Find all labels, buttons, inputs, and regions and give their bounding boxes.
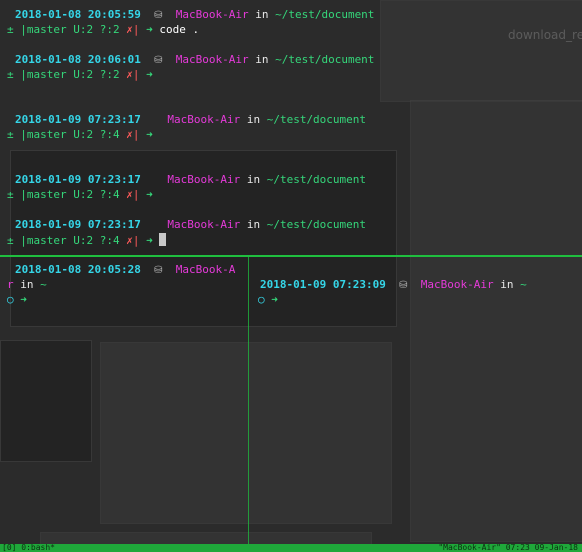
prompt-arrow-icon: ➜ — [146, 68, 153, 81]
in-label: in — [255, 8, 269, 21]
dirty-cross-icon: ✗| — [126, 68, 140, 81]
prompt-arrow-icon: ➜ — [271, 293, 278, 306]
hostname: MacBook-Air — [167, 113, 241, 126]
prompt-arrow-icon: ➜ — [146, 23, 153, 36]
ring-icon: ○ — [7, 293, 14, 306]
database-icon: ⛁ — [154, 55, 163, 66]
prompt-header: 2018-01-08 20:06:01 ⛁ MacBook-Air in ~/t… — [15, 53, 374, 68]
prompt-line[interactable]: ± |master U:2 ?:2 ✗| ➜ — [7, 68, 153, 82]
status-left: [0] 0:bash* — [2, 544, 55, 552]
terminal-window[interactable]: 2018-01-08 20:05:59 ⛁ MacBook-Air in ~/t… — [0, 0, 582, 552]
timestamp: 2018-01-08 20:06:01 — [15, 53, 141, 66]
text-cursor — [159, 233, 167, 246]
prompt-header: 2018-01-09 07:23:17 MacBook-Air in ~/tes… — [15, 173, 366, 187]
command-text: code . — [159, 23, 200, 36]
prompt-header: 2018-01-09 07:23:17 MacBook-Air in ~/tes… — [15, 113, 366, 127]
hostname: MacBook-Air — [175, 8, 249, 21]
timestamp: 2018-01-08 20:05:59 — [15, 8, 141, 21]
tmux-status-bar: [0] 0:bash* "MacBook-Air" 07:23 09-Jan-18 — [0, 544, 582, 552]
hostname: MacBook-Air — [175, 53, 249, 66]
git-status: ± |master U:2 ?:4 — [7, 128, 120, 141]
pane-separator-vertical[interactable] — [248, 257, 249, 544]
timestamp: 2018-01-08 20:05:28 — [15, 263, 141, 276]
in-label: in — [500, 278, 514, 291]
timestamp: 2018-01-09 07:23:09 — [260, 278, 386, 291]
in-label: in — [255, 53, 269, 66]
tmux-pane-bottom-right[interactable]: 2018-01-09 07:23:09 ⛁ MacBook-Air in ~ ○… — [251, 258, 582, 544]
ring-icon: ○ — [258, 293, 265, 306]
in-label: in — [246, 113, 261, 126]
hostname: MacBook-Air — [420, 278, 494, 291]
dirty-cross-icon: ✗| — [126, 23, 140, 36]
timestamp: 2018-01-09 07:23:17 — [15, 218, 141, 231]
database-icon: ⛁ — [154, 10, 163, 21]
pane-separator-horizontal[interactable] — [0, 255, 582, 257]
git-status: ± |master U:2 ?:2 — [7, 23, 120, 36]
prompt-arrow-icon: ➜ — [20, 293, 27, 306]
in-label: in — [246, 218, 261, 231]
cwd-path: ~/test/document — [275, 53, 375, 66]
hostname: MacBook-Air — [167, 218, 241, 231]
status-right: "MacBook-Air" 07:23 09-Jan-18 — [438, 544, 578, 552]
prompt-arrow-icon: ➜ — [146, 128, 153, 141]
tmux-pane-top[interactable]: 2018-01-08 20:05:59 ⛁ MacBook-Air in ~/t… — [0, 0, 582, 254]
dirty-cross-icon: ✗| — [126, 128, 140, 141]
timestamp: 2018-01-09 07:23:17 — [15, 113, 141, 126]
cwd-path: ~/test/document — [275, 8, 375, 21]
in-label: in — [20, 278, 34, 291]
prompt-header-wrap: r in ~ — [7, 278, 47, 292]
hostname: MacBook-Air — [167, 173, 241, 186]
prompt-line[interactable]: ± |master U:2 ?:2 ✗| ➜ code . — [7, 23, 199, 37]
database-icon: ⛁ — [399, 280, 408, 291]
git-status: ± |master U:2 ?:4 — [7, 234, 120, 247]
prompt-line[interactable]: ± |master U:2 ?:4 ✗| ➜ — [7, 233, 167, 248]
cwd-path: ~/test/document — [266, 218, 367, 231]
cwd-path: ~ — [520, 278, 527, 291]
cwd-path: ~/test/document — [266, 113, 367, 126]
tmux-pane-bottom-left[interactable]: 2018-01-08 20:05:28 ⛁ MacBook-A r in ~ ○… — [0, 258, 248, 544]
cwd-path: ~ — [40, 278, 47, 291]
database-icon: ⛁ — [154, 265, 163, 276]
prompt-line[interactable]: ○ ➜ — [7, 293, 27, 307]
prompt-header: 2018-01-09 07:23:17 MacBook-Air in ~/tes… — [15, 218, 366, 232]
dirty-cross-icon: ✗| — [126, 188, 140, 201]
hostname: MacBook-A — [175, 263, 236, 276]
prompt-line[interactable]: ± |master U:2 ?:4 ✗| ➜ — [7, 128, 153, 142]
in-label: in — [246, 173, 261, 186]
timestamp: 2018-01-09 07:23:17 — [15, 173, 141, 186]
dirty-cross-icon: ✗| — [126, 234, 140, 247]
hostname-wrap: r — [7, 278, 14, 291]
prompt-header: 2018-01-09 07:23:09 ⛁ MacBook-Air in ~ — [260, 278, 527, 293]
prompt-arrow-icon: ➜ — [146, 188, 153, 201]
prompt-line[interactable]: ± |master U:2 ?:4 ✗| ➜ — [7, 188, 153, 202]
git-status: ± |master U:2 ?:4 — [7, 188, 120, 201]
prompt-header: 2018-01-08 20:05:28 ⛁ MacBook-A — [15, 263, 235, 278]
prompt-line[interactable]: ○ ➜ — [258, 293, 278, 307]
cwd-path: ~/test/document — [266, 173, 367, 186]
git-status: ± |master U:2 ?:2 — [7, 68, 120, 81]
prompt-header: 2018-01-08 20:05:59 ⛁ MacBook-Air in ~/t… — [15, 8, 374, 23]
prompt-arrow-icon: ➜ — [146, 234, 153, 247]
